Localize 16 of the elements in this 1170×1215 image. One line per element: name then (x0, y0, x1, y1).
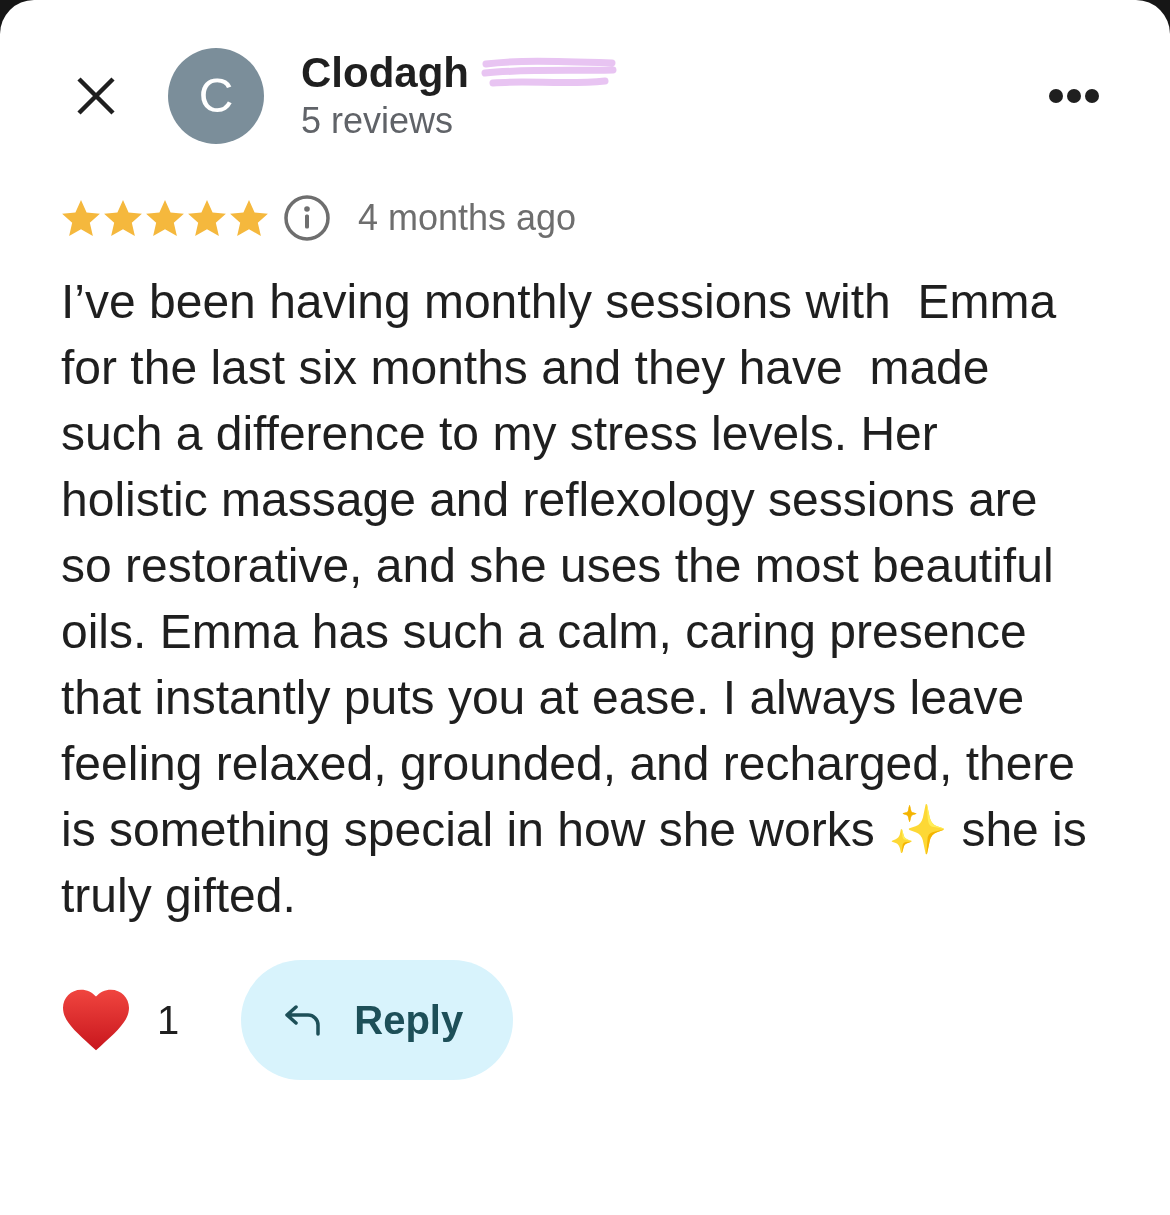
star-icon (104, 200, 142, 236)
reviewer-name[interactable]: Clodagh (301, 48, 469, 98)
star-icon (62, 200, 100, 236)
close-icon[interactable] (76, 76, 116, 116)
star-icon (146, 200, 184, 236)
heart-icon (63, 989, 129, 1051)
menu-icon[interactable] (1049, 89, 1099, 103)
reply-button[interactable]: Reply (241, 960, 514, 1080)
star-icon (230, 200, 268, 236)
curved-arrow-icon (284, 1004, 323, 1036)
like-button[interactable]: 1 (63, 989, 180, 1051)
review-text: I’ve been having monthly sessions with Emma for the last six months and they have made such a difference to my stress levels. Her holistic massage and reflexology sessions are so restorative, and she uses the most beautiful oils. Emma has such a calm, caring presence that instantly puts you at ease. I always leave feeling relaxed, grounded, and recharged, there is something special in how she works ✨ she is truly gifted. (61, 274, 1087, 924)
star-icon (188, 200, 226, 236)
review-time: 4 months ago (358, 198, 577, 238)
info-icon[interactable] (284, 195, 330, 241)
review-count: 5 reviews (301, 99, 454, 143)
